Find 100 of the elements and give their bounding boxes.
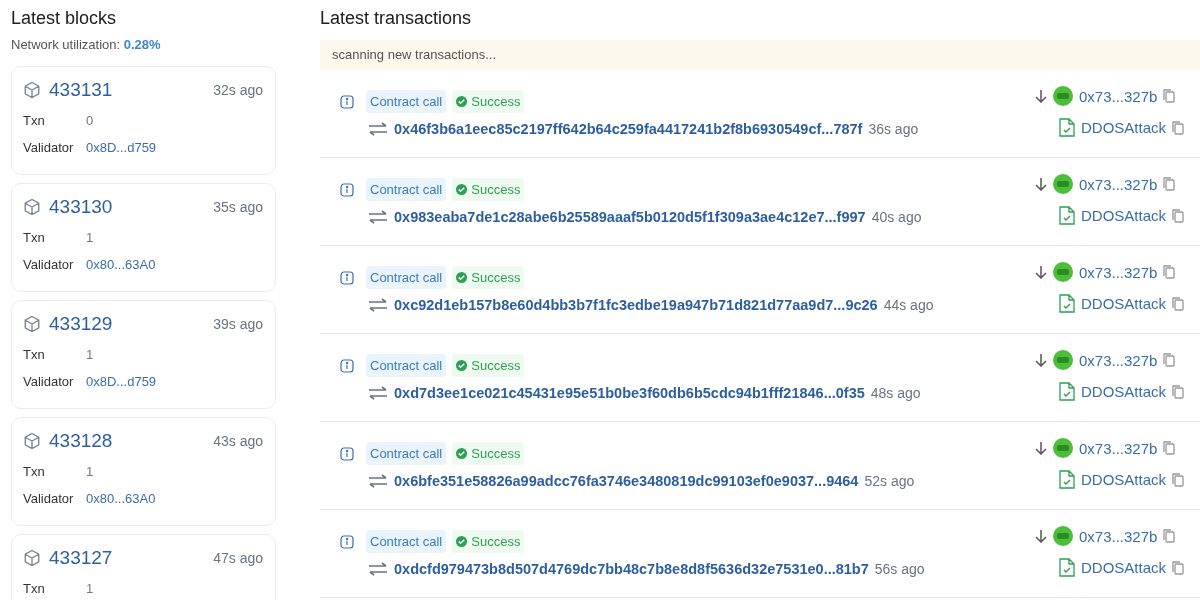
tx-hash[interactable]: 0xd7d3ee1ce021c45431e95e51b0be3f60db6b5cdc94b1fff21846...0f35	[394, 385, 865, 401]
status-tag: Success	[452, 90, 525, 113]
check-circle-icon	[456, 536, 468, 547]
cube-icon	[23, 81, 41, 99]
txn-label: Txn	[23, 581, 46, 596]
txn-count: 0	[86, 113, 94, 128]
contract-name[interactable]: DDOSAttack	[1081, 471, 1167, 488]
avatar-icon	[1053, 438, 1073, 458]
contract-name[interactable]: DDOSAttack	[1081, 119, 1167, 136]
tx-age: 40s ago	[871, 209, 922, 225]
info-icon	[340, 270, 354, 285]
status-tag: Success	[452, 530, 525, 553]
validator-address[interactable]: 0x80...63A0	[86, 257, 156, 272]
contract-file-icon	[1059, 118, 1075, 137]
arrow-down-icon	[1035, 89, 1047, 103]
sender-address[interactable]: 0x73...327b	[1079, 351, 1158, 369]
contract-file-icon	[1059, 470, 1075, 489]
validator-address[interactable]: 0x80...63A0	[86, 491, 156, 506]
info-icon	[340, 182, 354, 197]
arrow-down-icon	[1035, 441, 1047, 455]
avatar-icon	[1053, 174, 1073, 194]
block-age: 47s ago	[213, 550, 263, 566]
tx-age: 36s ago	[868, 121, 919, 137]
type-tag: Contract call	[366, 178, 447, 201]
copy-icon[interactable]	[1163, 441, 1176, 455]
sender-address[interactable]: 0x73...327b	[1079, 87, 1158, 105]
contract-file-icon	[1059, 558, 1075, 577]
check-circle-icon	[456, 96, 468, 107]
validator-address[interactable]: 0x8D...d759	[86, 140, 157, 155]
info-icon	[340, 534, 354, 549]
check-circle-icon	[456, 360, 468, 371]
copy-icon[interactable]	[1163, 529, 1176, 543]
txn-label: Txn	[23, 113, 46, 128]
block-age: 32s ago	[213, 82, 263, 98]
tx-age: 52s ago	[864, 473, 915, 489]
contract-file-icon	[1059, 382, 1075, 401]
block-number[interactable]: 433127	[49, 547, 214, 569]
block-age: 35s ago	[213, 199, 263, 215]
contract-file-icon	[1059, 206, 1075, 225]
copy-icon[interactable]	[1163, 265, 1176, 279]
copy-icon[interactable]	[1163, 353, 1176, 367]
block-number[interactable]: 433128	[49, 430, 214, 452]
sender-address[interactable]: 0x73...327b	[1079, 175, 1158, 193]
contract-file-icon	[1059, 294, 1075, 313]
contract-name[interactable]: DDOSAttack	[1081, 383, 1167, 400]
sender-address[interactable]: 0x73...327b	[1079, 527, 1158, 545]
status-tag: Success	[452, 442, 525, 465]
cube-icon	[23, 549, 41, 567]
copy-icon[interactable]	[1163, 177, 1176, 191]
tx-hash[interactable]: 0x6bfe351e58826a99adcc76fa3746e3480819dc99103ef0e9037...9464	[394, 473, 859, 489]
transfer-icon	[368, 210, 388, 224]
avatar-icon	[1053, 86, 1073, 106]
copy-icon[interactable]	[1172, 296, 1185, 311]
info-icon	[340, 446, 354, 461]
validator-label: Validator	[23, 257, 75, 272]
tx-age: 56s ago	[874, 561, 925, 577]
arrow-down-icon	[1035, 529, 1047, 543]
type-tag: Contract call	[366, 354, 447, 377]
arrow-down-icon	[1035, 353, 1047, 367]
tx-age: 44s ago	[883, 297, 934, 313]
contract-name[interactable]: DDOSAttack	[1081, 207, 1167, 224]
copy-icon[interactable]	[1172, 472, 1185, 487]
tx-hash[interactable]: 0xc92d1eb157b8e60d4bb3b7f1fc3edbe19a947b71d821d77aa9d7...9c26	[394, 297, 878, 313]
block-age: 39s ago	[213, 316, 263, 332]
txn-count: 1	[86, 347, 94, 362]
cube-icon	[23, 315, 41, 333]
txn-label: Txn	[23, 347, 46, 362]
validator-address[interactable]: 0x8D...d759	[86, 374, 157, 389]
validator-label: Validator	[23, 491, 75, 506]
status-tag: Success	[452, 178, 525, 201]
scanning-notice: scanning new transactions...	[320, 40, 1200, 70]
network-utilization: Network utilization: 0.28%	[11, 37, 162, 52]
copy-icon[interactable]	[1172, 120, 1185, 135]
status-tag: Success	[452, 266, 525, 289]
check-circle-icon	[456, 184, 468, 195]
arrow-down-icon	[1035, 177, 1047, 191]
type-tag: Contract call	[366, 530, 447, 553]
contract-name[interactable]: DDOSAttack	[1081, 559, 1167, 576]
txn-label: Txn	[23, 464, 46, 479]
validator-label: Validator	[23, 140, 75, 155]
info-icon	[340, 94, 354, 109]
info-icon	[340, 358, 354, 373]
block-number[interactable]: 433130	[49, 196, 214, 218]
sender-address[interactable]: 0x73...327b	[1079, 439, 1158, 457]
validator-label: Validator	[23, 374, 75, 389]
sender-address[interactable]: 0x73...327b	[1079, 263, 1158, 281]
tx-hash[interactable]: 0x46f3b6a1eec85c2197ff642b64c259fa4417241b2f8b6930549cf...787f	[394, 121, 863, 137]
copy-icon[interactable]	[1163, 89, 1176, 103]
tx-hash[interactable]: 0xdcfd979473b8d507d4769dc7bb48c7b8e8d8f5636d32e7531e0...81b7	[394, 561, 869, 577]
block-number[interactable]: 433129	[49, 313, 214, 335]
avatar-icon	[1053, 526, 1073, 546]
copy-icon[interactable]	[1172, 208, 1185, 223]
status-tag: Success	[452, 354, 525, 377]
copy-icon[interactable]	[1172, 384, 1185, 399]
tx-hash[interactable]: 0x983eaba7de1c28abe6b25589aaaf5b0120d5f1f309a3ae4c12e7...f997	[394, 209, 866, 225]
contract-name[interactable]: DDOSAttack	[1081, 295, 1167, 312]
section-title: Latest blocks	[11, 7, 118, 30]
block-number[interactable]: 433131	[49, 79, 214, 101]
type-tag: Contract call	[366, 442, 447, 465]
copy-icon[interactable]	[1172, 560, 1185, 575]
